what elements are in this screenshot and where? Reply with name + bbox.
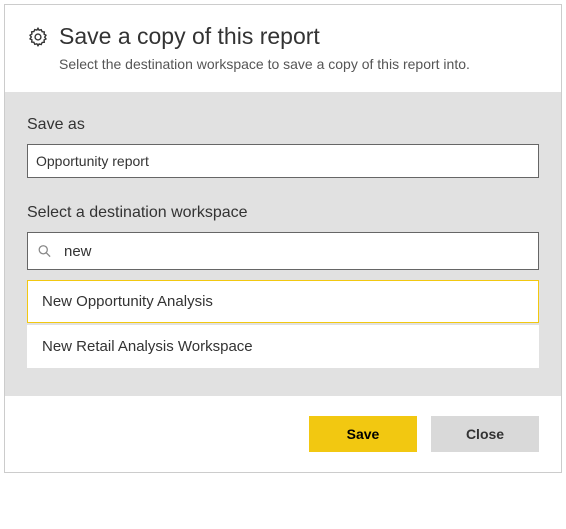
title-row: Save a copy of this report xyxy=(27,23,539,50)
dialog-body: Save as Select a destination workspace N… xyxy=(5,92,561,396)
dialog-subtitle: Select the destination workspace to save… xyxy=(59,56,539,72)
save-as-label: Save as xyxy=(27,116,539,134)
workspace-search-wrap xyxy=(27,232,539,270)
dialog-header: Save a copy of this report Select the de… xyxy=(5,5,561,92)
workspace-section: Select a destination workspace New Oppor… xyxy=(27,204,539,368)
save-copy-dialog: Save a copy of this report Select the de… xyxy=(4,4,562,473)
workspace-label: Select a destination workspace xyxy=(27,204,539,222)
dialog-footer: Save Close xyxy=(5,396,561,472)
workspace-item[interactable]: New Retail Analysis Workspace xyxy=(27,325,539,368)
dialog-title: Save a copy of this report xyxy=(59,23,320,50)
close-button[interactable]: Close xyxy=(431,416,539,452)
workspace-search-input[interactable] xyxy=(27,232,539,270)
workspace-item[interactable]: New Opportunity Analysis xyxy=(27,280,539,323)
gear-icon xyxy=(27,26,49,48)
save-as-input[interactable] xyxy=(27,144,539,178)
save-button[interactable]: Save xyxy=(309,416,417,452)
workspace-list: New Opportunity Analysis New Retail Anal… xyxy=(27,280,539,368)
